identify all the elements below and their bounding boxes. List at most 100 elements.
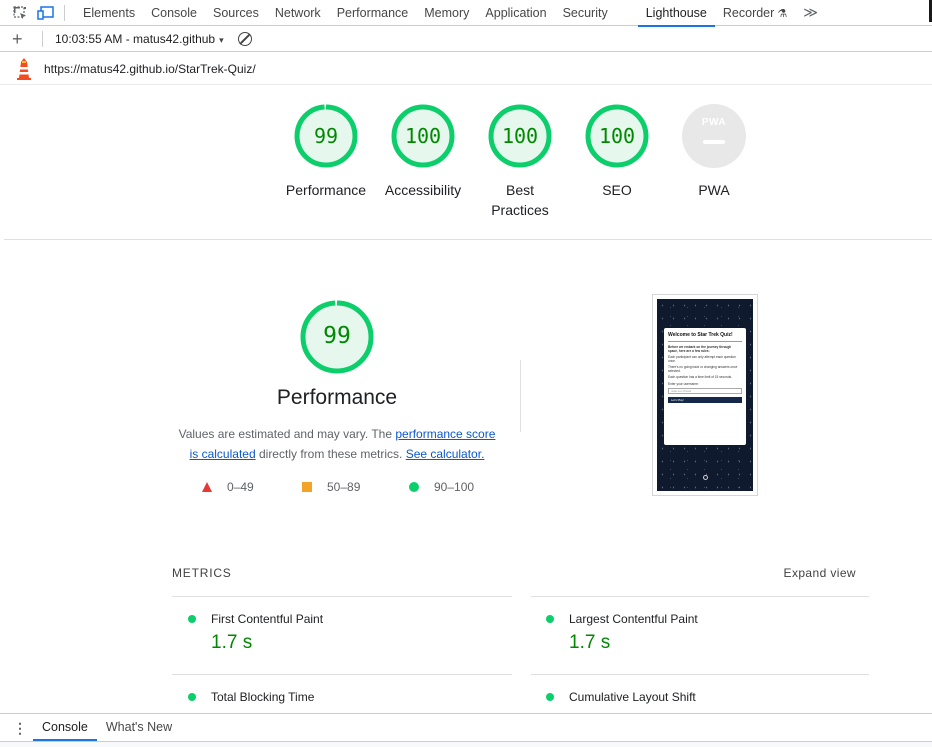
pass-dot-icon bbox=[188, 693, 196, 701]
toolbar-separator bbox=[42, 31, 43, 47]
gauge-ring: 99 bbox=[294, 104, 358, 168]
screenshot-rule: There's no going back or changing answer… bbox=[668, 365, 738, 373]
tab-network[interactable]: Network bbox=[267, 0, 329, 26]
performance-score: 99 bbox=[323, 323, 351, 349]
report-url[interactable]: https://matus42.github.io/StarTrek-Quiz/ bbox=[44, 62, 256, 76]
drawer-menu-icon[interactable]: ⋮ bbox=[13, 721, 27, 735]
clear-reports-icon[interactable] bbox=[237, 32, 252, 46]
tab-lighthouse[interactable]: Lighthouse bbox=[637, 0, 716, 27]
gauge-label: PWA bbox=[698, 182, 730, 198]
tab-recorder[interactable]: Recorder ⚗ bbox=[715, 0, 795, 26]
final-screenshot[interactable]: Welcome to Star Trek Quiz! Before we emb… bbox=[652, 294, 758, 496]
square-icon bbox=[302, 482, 312, 492]
performance-score-link[interactable]: performance score bbox=[395, 427, 495, 441]
gauge-best-practices[interactable]: 100 Best Practices bbox=[472, 104, 568, 220]
performance-description: Values are estimated and may vary. The p… bbox=[172, 424, 502, 464]
drawer-tab-whats-new[interactable]: What's New bbox=[97, 714, 181, 741]
metrics-title: METRICS bbox=[172, 566, 232, 580]
console-drawer: ⋮ Console What's New bbox=[0, 713, 932, 747]
legend-fail: 0–49 bbox=[202, 480, 254, 494]
drawer-content bbox=[0, 741, 932, 747]
screenshot-input: Jean-Luc Picard bbox=[668, 388, 742, 394]
screenshot-input-label: Enter your username: bbox=[668, 382, 699, 386]
see-calculator-link[interactable]: See calculator. bbox=[406, 447, 485, 461]
metric-label: Cumulative Layout Shift bbox=[569, 690, 696, 704]
performance-gauge: 99 bbox=[300, 300, 374, 374]
metric-label: Total Blocking Time bbox=[211, 690, 315, 704]
metric-divider bbox=[531, 674, 869, 675]
flask-icon: ⚗ bbox=[777, 7, 788, 20]
metric-label: First Contentful Paint bbox=[211, 612, 324, 626]
pass-dot-icon bbox=[546, 615, 554, 623]
gauge-pwa[interactable]: PWA PWA bbox=[666, 104, 762, 200]
drawer-tabs: ⋮ Console What's New bbox=[0, 714, 181, 741]
gauge-label: Accessibility bbox=[384, 182, 462, 198]
report-selector[interactable]: 10:03:55 AM - matus42.github ▾ bbox=[55, 32, 224, 46]
gauge-score: 100 bbox=[404, 124, 442, 148]
devtools-tab-bar: Elements Console Sources Network Perform… bbox=[0, 0, 932, 27]
lighthouse-logo-icon bbox=[15, 57, 33, 80]
metric-value: 1.7 s bbox=[211, 632, 253, 653]
lighthouse-toolbar: + 10:03:55 AM - matus42.github ▾ bbox=[0, 27, 932, 52]
metric-divider bbox=[531, 596, 869, 597]
gauge-ring: 100 bbox=[585, 104, 649, 168]
gauge-accessibility[interactable]: 100 Accessibility bbox=[375, 104, 471, 200]
metric-label: Largest Contentful Paint bbox=[569, 612, 698, 626]
drawer-tab-console[interactable]: Console bbox=[33, 714, 97, 741]
screenshot-divider bbox=[668, 341, 742, 342]
new-report-icon[interactable]: + bbox=[12, 30, 28, 48]
tab-performance[interactable]: Performance bbox=[329, 0, 417, 26]
score-legend: 0–49 50–89 90–100 bbox=[196, 480, 486, 496]
metric-total-blocking-time: Total Blocking Time bbox=[172, 690, 502, 704]
gauge-label: Best Practices bbox=[472, 180, 568, 220]
gauge-score: 100 bbox=[598, 124, 636, 148]
more-tabs-icon[interactable]: ≫ bbox=[803, 4, 818, 21]
desc-text: Values are estimated and may vary. The bbox=[178, 427, 396, 441]
legend-pass: 90–100 bbox=[409, 480, 474, 494]
chevron-down-icon: ▾ bbox=[219, 35, 224, 45]
metric-value: 1.7 s bbox=[569, 632, 611, 653]
section-divider bbox=[4, 239, 932, 240]
gauge-score: 99 bbox=[313, 124, 339, 148]
tab-memory[interactable]: Memory bbox=[416, 0, 477, 26]
pwa-badge-icon: PWA bbox=[682, 104, 746, 168]
gauge-label: Performance bbox=[285, 182, 367, 198]
gauge-performance[interactable]: 99 Performance bbox=[278, 104, 374, 200]
gauge-seo[interactable]: 100 SEO bbox=[569, 104, 665, 200]
legend-label: 0–49 bbox=[227, 480, 254, 494]
tab-sources[interactable]: Sources bbox=[205, 0, 267, 26]
desc-text: directly from these metrics. bbox=[255, 447, 406, 461]
gauge-ring: 100 bbox=[488, 104, 552, 168]
report-url-bar: https://matus42.github.io/StarTrek-Quiz/ bbox=[0, 53, 932, 85]
gauge-score: 100 bbox=[501, 124, 539, 148]
pass-dot-icon bbox=[546, 693, 554, 701]
device-toolbar-icon[interactable] bbox=[36, 3, 56, 23]
tab-security[interactable]: Security bbox=[555, 0, 616, 26]
tab-elements[interactable]: Elements bbox=[75, 0, 143, 26]
legend-average: 50–89 bbox=[302, 480, 360, 494]
tab-application[interactable]: Application bbox=[477, 0, 554, 26]
toolbar-separator bbox=[64, 4, 65, 21]
triangle-icon bbox=[202, 482, 212, 492]
metric-divider bbox=[172, 674, 512, 675]
screenshot-intro: Before we embark on the journey through … bbox=[668, 345, 732, 353]
performance-summary: 99 Performance Values are estimated and … bbox=[172, 300, 502, 464]
tab-console[interactable]: Console bbox=[143, 0, 205, 26]
screenshot-title: Welcome to Star Trek Quiz! bbox=[668, 332, 733, 338]
metric-first-contentful-paint: First Contentful Paint 1.7 s bbox=[172, 612, 502, 654]
spinner-icon bbox=[703, 475, 708, 480]
metric-divider bbox=[172, 596, 512, 597]
is-calculated-link[interactable]: is calculated bbox=[190, 447, 256, 461]
category-gauges: 99 Performance 100 Accessibility 100 Bes… bbox=[0, 104, 932, 219]
tab-recorder-label: Recorder bbox=[722, 5, 775, 20]
gauge-ring: 100 bbox=[391, 104, 455, 168]
performance-title: Performance bbox=[276, 386, 398, 409]
gauge-label-line2: Practices bbox=[491, 202, 549, 218]
legend-label: 90–100 bbox=[434, 480, 475, 494]
vertical-divider bbox=[520, 360, 521, 432]
expand-view-button[interactable]: Expand view bbox=[784, 566, 856, 580]
legend-label: 50–89 bbox=[327, 480, 361, 494]
inspect-element-icon[interactable] bbox=[10, 3, 30, 23]
screenshot-image: Welcome to Star Trek Quiz! Before we emb… bbox=[657, 299, 753, 491]
pwa-badge-text: PWA bbox=[701, 117, 727, 128]
